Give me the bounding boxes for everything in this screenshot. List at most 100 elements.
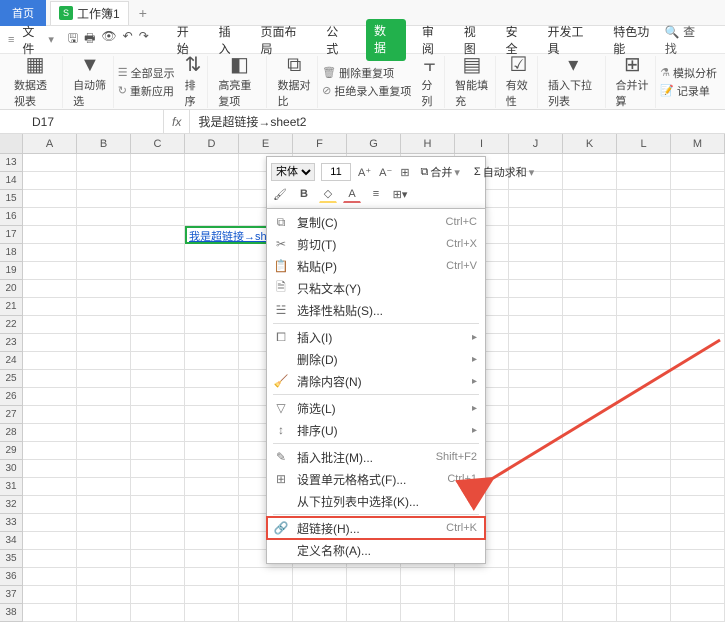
cell[interactable] bbox=[617, 280, 671, 298]
ribbon-reapply[interactable]: ↻重新应用 bbox=[118, 83, 175, 99]
cell[interactable] bbox=[617, 172, 671, 190]
cell[interactable] bbox=[455, 604, 509, 622]
ribbon-del-dup[interactable]: 🗑删除重复项 bbox=[322, 65, 411, 81]
cell[interactable] bbox=[617, 568, 671, 586]
cell[interactable] bbox=[563, 154, 617, 172]
cell[interactable] bbox=[563, 388, 617, 406]
menu-icon[interactable]: ≡ bbox=[8, 34, 14, 46]
cell[interactable] bbox=[671, 388, 725, 406]
cell[interactable] bbox=[185, 568, 239, 586]
cell[interactable] bbox=[617, 478, 671, 496]
column-header[interactable]: C bbox=[131, 134, 185, 153]
border-menu-icon[interactable]: ⊞▾ bbox=[391, 185, 409, 203]
column-header[interactable]: M bbox=[671, 134, 725, 153]
cell[interactable] bbox=[23, 298, 77, 316]
cell[interactable] bbox=[131, 604, 185, 622]
cell[interactable] bbox=[131, 388, 185, 406]
cell[interactable] bbox=[77, 478, 131, 496]
cell[interactable] bbox=[185, 244, 239, 262]
find-button[interactable]: 🔍 查找 bbox=[665, 23, 707, 57]
cell[interactable] bbox=[131, 514, 185, 532]
cell[interactable] bbox=[185, 604, 239, 622]
cell[interactable] bbox=[671, 190, 725, 208]
cell[interactable] bbox=[77, 532, 131, 550]
cell[interactable] bbox=[131, 316, 185, 334]
cell[interactable] bbox=[77, 226, 131, 244]
cell[interactable] bbox=[185, 154, 239, 172]
cell[interactable] bbox=[23, 442, 77, 460]
cell[interactable] bbox=[293, 568, 347, 586]
row-header[interactable]: 37 bbox=[0, 586, 23, 604]
cell[interactable] bbox=[617, 604, 671, 622]
cell[interactable] bbox=[185, 478, 239, 496]
font-size-input[interactable] bbox=[321, 163, 351, 181]
cell[interactable] bbox=[509, 460, 563, 478]
cell[interactable] bbox=[77, 568, 131, 586]
cell[interactable] bbox=[671, 262, 725, 280]
fill-color-icon[interactable]: ◇ bbox=[319, 185, 337, 203]
row-header[interactable]: 15 bbox=[0, 190, 23, 208]
cell[interactable] bbox=[617, 370, 671, 388]
cell[interactable] bbox=[347, 586, 401, 604]
align-icon[interactable]: ≡ bbox=[367, 185, 385, 203]
border-icon[interactable]: ⊞ bbox=[399, 163, 410, 181]
cell[interactable] bbox=[509, 478, 563, 496]
cell[interactable] bbox=[563, 262, 617, 280]
menu-item[interactable]: ⧠插入(I)▸ bbox=[267, 326, 485, 348]
cell[interactable] bbox=[23, 460, 77, 478]
font-select[interactable]: 宋体 bbox=[271, 163, 315, 181]
cell[interactable] bbox=[185, 262, 239, 280]
ribbon-insert-dropdown[interactable]: ▾插入下拉列表 bbox=[542, 56, 605, 108]
cell[interactable] bbox=[77, 280, 131, 298]
cell[interactable] bbox=[77, 550, 131, 568]
row-header[interactable]: 16 bbox=[0, 208, 23, 226]
ribbon-datacheck[interactable]: ⧉数据对比 bbox=[271, 56, 318, 108]
cell[interactable] bbox=[671, 586, 725, 604]
cell[interactable] bbox=[347, 568, 401, 586]
cell[interactable] bbox=[23, 244, 77, 262]
column-header[interactable]: F bbox=[293, 134, 347, 153]
cell[interactable] bbox=[671, 334, 725, 352]
preview-icon[interactable]: 👁 bbox=[101, 29, 116, 50]
cell[interactable] bbox=[617, 352, 671, 370]
row-header[interactable]: 14 bbox=[0, 172, 23, 190]
row-header[interactable]: 32 bbox=[0, 496, 23, 514]
cell[interactable] bbox=[185, 298, 239, 316]
cell[interactable] bbox=[77, 424, 131, 442]
cell[interactable] bbox=[671, 244, 725, 262]
ribbon-sort[interactable]: ⇅排序 bbox=[179, 56, 209, 108]
cell[interactable] bbox=[23, 550, 77, 568]
cell[interactable] bbox=[617, 406, 671, 424]
cell[interactable] bbox=[131, 478, 185, 496]
menu-item[interactable]: 🗎只粘文本(Y) bbox=[267, 277, 485, 299]
cell[interactable] bbox=[23, 388, 77, 406]
cell[interactable] bbox=[671, 352, 725, 370]
cell[interactable] bbox=[77, 334, 131, 352]
cell[interactable] bbox=[185, 370, 239, 388]
cell[interactable] bbox=[239, 586, 293, 604]
redo-icon[interactable]: ↷ bbox=[139, 29, 149, 50]
cell[interactable] bbox=[563, 568, 617, 586]
cell[interactable] bbox=[509, 406, 563, 424]
cell[interactable] bbox=[77, 514, 131, 532]
cell[interactable] bbox=[347, 604, 401, 622]
cell[interactable] bbox=[185, 550, 239, 568]
cell[interactable] bbox=[293, 586, 347, 604]
cell[interactable] bbox=[563, 604, 617, 622]
cell[interactable] bbox=[671, 406, 725, 424]
row-header[interactable]: 13 bbox=[0, 154, 23, 172]
cell[interactable] bbox=[185, 388, 239, 406]
cell[interactable] bbox=[131, 496, 185, 514]
cell[interactable] bbox=[293, 604, 347, 622]
cell[interactable] bbox=[617, 550, 671, 568]
cell[interactable] bbox=[563, 244, 617, 262]
column-header[interactable]: J bbox=[509, 134, 563, 153]
increase-font-icon[interactable]: A⁺ bbox=[357, 163, 372, 181]
cell[interactable] bbox=[617, 316, 671, 334]
cell[interactable] bbox=[509, 604, 563, 622]
cell[interactable] bbox=[23, 496, 77, 514]
cell[interactable] bbox=[671, 568, 725, 586]
row-header[interactable]: 27 bbox=[0, 406, 23, 424]
cell[interactable] bbox=[563, 496, 617, 514]
cell[interactable] bbox=[185, 334, 239, 352]
